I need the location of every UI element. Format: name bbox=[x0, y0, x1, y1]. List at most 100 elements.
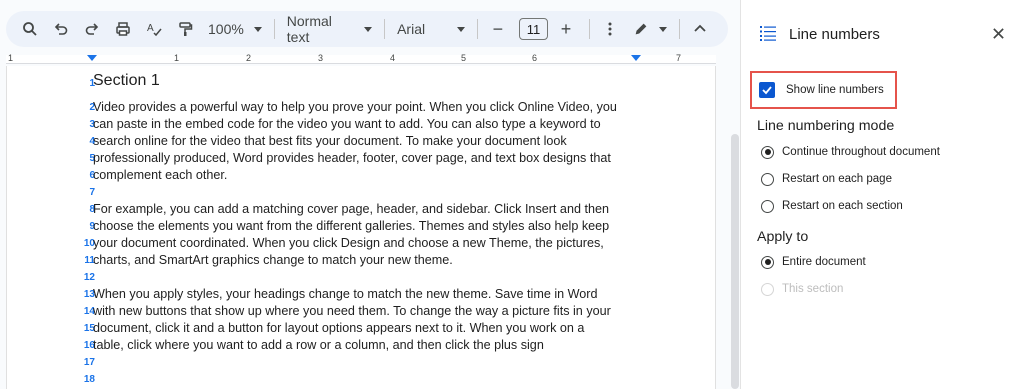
show-line-numbers-checkbox[interactable] bbox=[759, 82, 775, 98]
radio-button[interactable] bbox=[761, 172, 774, 186]
zoom-dropdown[interactable]: 100% bbox=[202, 15, 268, 43]
radio-button[interactable] bbox=[761, 199, 774, 213]
apply-option-this-section: This section bbox=[761, 280, 843, 298]
line-number: 12 bbox=[83, 272, 95, 283]
more-vert-icon bbox=[608, 22, 612, 36]
right-indent-marker[interactable] bbox=[631, 55, 641, 61]
spelling-check-button[interactable]: A bbox=[140, 15, 168, 43]
print-button[interactable] bbox=[109, 15, 137, 43]
decrease-font-size-button[interactable]: − bbox=[484, 15, 512, 43]
panel-title: Line numbers bbox=[789, 26, 880, 43]
section-heading: Section 1 bbox=[93, 72, 160, 89]
page-canvas: 1 Section 1 2 Video provides a powerful … bbox=[0, 66, 720, 389]
document-line: 7 bbox=[7, 183, 707, 200]
hide-menus-button[interactable] bbox=[686, 15, 714, 43]
line-number: 15 bbox=[83, 323, 95, 334]
undo-icon bbox=[54, 23, 68, 35]
radio-button-selected[interactable] bbox=[761, 145, 774, 159]
document-line: 5 professionally produced, Word provides… bbox=[7, 149, 707, 166]
line-number: 5 bbox=[89, 153, 95, 164]
mode-option-restart-section[interactable]: Restart on each section bbox=[761, 197, 903, 215]
search-icon bbox=[23, 22, 37, 36]
apply-option-label: Entire document bbox=[782, 256, 866, 268]
paint-format-button[interactable] bbox=[171, 15, 199, 43]
radio-button-disabled bbox=[761, 282, 774, 296]
document-line: 10 your document coordinated. When you c… bbox=[7, 234, 707, 251]
line-text: can paste in the embed code for the vide… bbox=[93, 117, 601, 131]
redo-icon bbox=[85, 23, 99, 35]
ruler-number: 7 bbox=[676, 53, 682, 63]
plus-icon: + bbox=[560, 18, 572, 39]
chevron-down-icon bbox=[364, 26, 373, 32]
line-text: complement each other. bbox=[93, 168, 228, 182]
document-line: 4 search online for the video that best … bbox=[7, 132, 707, 149]
line-number: 6 bbox=[89, 170, 95, 181]
document-line: 13 When you apply styles, your headings … bbox=[7, 285, 707, 302]
font-dropdown[interactable]: Arial bbox=[391, 15, 471, 43]
line-number: 10 bbox=[83, 238, 95, 249]
zoom-value: 100% bbox=[208, 21, 244, 37]
line-text: table, click where you want to add a row… bbox=[93, 338, 544, 352]
document-editor: A 100% Normal text Arial − 11 + 1 1 2 3 … bbox=[0, 0, 740, 389]
horizontal-ruler[interactable]: 1 1 2 3 4 5 6 7 bbox=[0, 52, 720, 66]
search-menus-button[interactable] bbox=[16, 15, 44, 43]
show-line-numbers-option[interactable]: Show line numbers bbox=[750, 71, 897, 109]
ruler-number: 2 bbox=[246, 53, 252, 63]
increase-font-size-button[interactable]: + bbox=[552, 15, 580, 43]
mode-option-label: Continue throughout document bbox=[782, 146, 940, 158]
document-line: 8 For example, you can add a matching co… bbox=[7, 200, 707, 217]
line-number: 14 bbox=[83, 306, 95, 317]
line-number: 16 bbox=[83, 340, 95, 351]
line-text: When you apply styles, your headings cha… bbox=[93, 287, 598, 301]
line-numbers-icon bbox=[760, 26, 776, 41]
line-text: search online for the video that best fi… bbox=[93, 134, 567, 148]
document-line: 3 can paste in the embed code for the vi… bbox=[7, 115, 707, 132]
line-number: 18 bbox=[83, 374, 95, 385]
mode-option-label: Restart on each section bbox=[782, 200, 903, 212]
spellcheck-icon: A bbox=[147, 23, 162, 37]
apply-option-entire-document[interactable]: Entire document bbox=[761, 253, 866, 271]
chevron-down-icon bbox=[659, 26, 668, 32]
toolbar-divider bbox=[679, 19, 680, 39]
font-size-input[interactable]: 11 bbox=[518, 18, 549, 40]
document-line: 15 document, click it and a button for l… bbox=[7, 319, 707, 336]
line-number: 3 bbox=[89, 119, 95, 130]
left-indent-marker[interactable] bbox=[87, 55, 97, 61]
ruler-number: 1 bbox=[8, 53, 14, 63]
toolbar-divider bbox=[273, 19, 275, 39]
ruler-number: 1 bbox=[174, 53, 180, 63]
line-text: professionally produced, Word provides h… bbox=[93, 151, 611, 165]
radio-button-selected[interactable] bbox=[761, 255, 774, 269]
document-page[interactable]: 1 Section 1 2 Video provides a powerful … bbox=[6, 66, 716, 389]
close-icon bbox=[992, 27, 1004, 39]
undo-button[interactable] bbox=[47, 15, 75, 43]
more-options-button[interactable] bbox=[596, 15, 624, 43]
document-line: 6 complement each other. bbox=[7, 166, 707, 183]
line-text: document, click it and a button for layo… bbox=[93, 321, 585, 335]
line-number: 1 bbox=[89, 78, 95, 89]
toolbar: A 100% Normal text Arial − 11 + bbox=[6, 11, 728, 47]
mode-option-label: Restart on each page bbox=[782, 173, 892, 185]
paragraph-style-dropdown[interactable]: Normal text bbox=[281, 13, 378, 45]
line-number: 4 bbox=[89, 136, 95, 147]
pencil-icon bbox=[635, 23, 647, 35]
chevron-up-icon bbox=[694, 24, 706, 32]
ruler-number: 6 bbox=[532, 53, 538, 63]
close-button[interactable] bbox=[989, 24, 1007, 42]
toolbar-divider bbox=[384, 19, 386, 39]
line-number: 9 bbox=[89, 221, 95, 232]
line-number: 2 bbox=[89, 102, 95, 113]
mode-option-restart-page[interactable]: Restart on each page bbox=[761, 170, 892, 188]
line-number: 7 bbox=[89, 187, 95, 198]
line-text: For example, you can add a matching cove… bbox=[93, 202, 609, 216]
line-number: 13 bbox=[83, 289, 95, 300]
font-value: Arial bbox=[397, 21, 426, 37]
editing-mode-dropdown[interactable] bbox=[627, 15, 673, 43]
style-value: Normal text bbox=[286, 13, 332, 45]
scrollbar[interactable] bbox=[730, 70, 740, 389]
apply-option-label: This section bbox=[782, 283, 844, 295]
mode-option-continue[interactable]: Continue throughout document bbox=[761, 143, 940, 161]
svg-text:A: A bbox=[147, 23, 154, 34]
redo-button[interactable] bbox=[78, 15, 106, 43]
scrollbar-thumb[interactable] bbox=[731, 134, 739, 389]
